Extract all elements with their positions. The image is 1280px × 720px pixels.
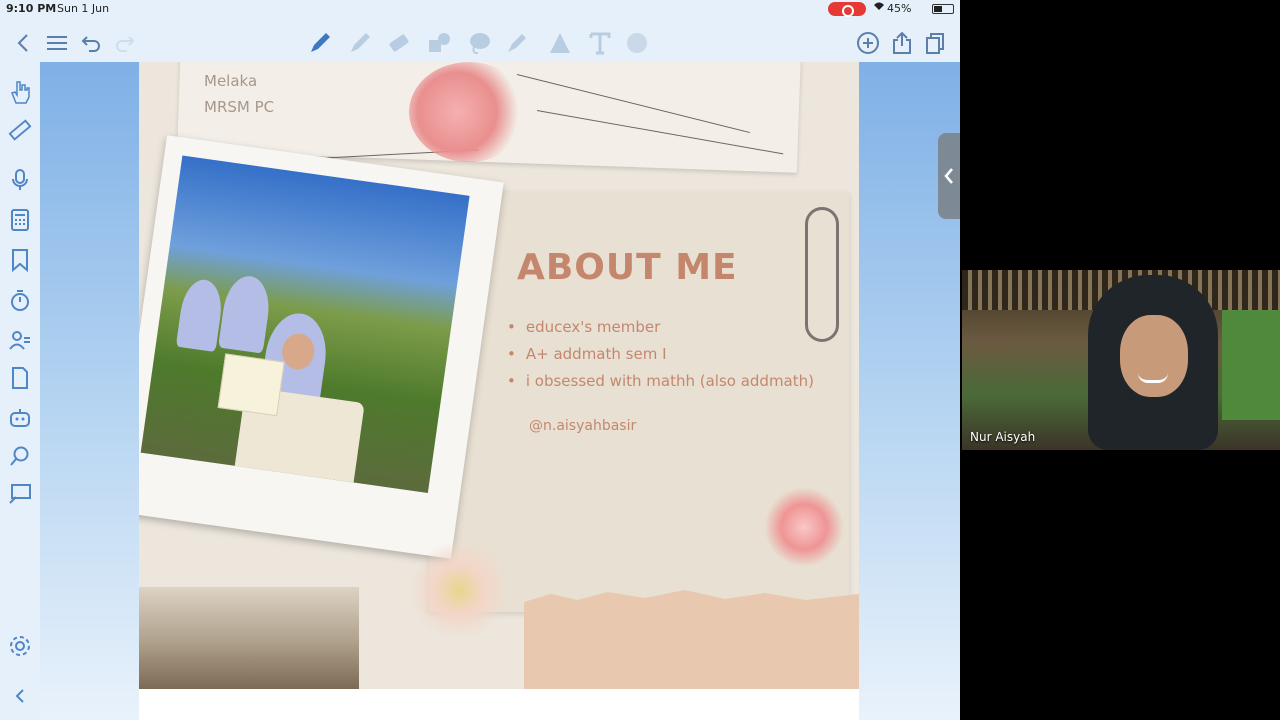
slide-bullet: A+ addmath sem I xyxy=(507,345,814,363)
share-icon[interactable] xyxy=(889,30,915,56)
participant-video xyxy=(1070,275,1230,450)
slide-bullet: educex's member xyxy=(507,318,814,336)
video-background-trees xyxy=(1222,310,1280,420)
sidebar xyxy=(0,62,40,720)
shapes-icon[interactable] xyxy=(426,30,452,56)
mic-icon[interactable] xyxy=(8,168,32,192)
screen-record-icon[interactable] xyxy=(828,2,866,17)
participant-face xyxy=(1120,315,1188,397)
flower-pink xyxy=(764,487,844,567)
pencil-icon[interactable] xyxy=(347,30,373,56)
slide-title: ABOUT ME xyxy=(517,247,738,288)
redo-icon[interactable] xyxy=(112,30,138,56)
video-tile[interactable]: Nur Aisyah xyxy=(962,270,1280,450)
text-icon[interactable] xyxy=(587,30,613,56)
search-icon[interactable] xyxy=(8,444,32,468)
bookmark-icon[interactable] xyxy=(8,248,32,272)
hand-icon[interactable] xyxy=(8,80,32,104)
menu-icon[interactable] xyxy=(44,30,70,56)
photo-frame xyxy=(139,135,504,559)
ipad-screen: 9:10 PM Sun 1 Jun 45% Melaka MRSM PC ABO… xyxy=(0,0,960,720)
status-bar: 9:10 PM Sun 1 Jun 45% xyxy=(0,0,960,18)
calculator-icon[interactable] xyxy=(8,208,32,232)
ruler-icon[interactable] xyxy=(8,118,32,142)
participant-name: Nur Aisyah xyxy=(970,430,1036,444)
slide-image: Melaka MRSM PC ABOUT ME educex's member … xyxy=(139,62,859,689)
person-hijab xyxy=(218,273,274,354)
slide-bullet-list: educex's member A+ addmath sem I i obses… xyxy=(507,318,814,399)
person-hijab xyxy=(175,277,226,353)
timer-icon[interactable] xyxy=(8,288,32,312)
certificate-envelope xyxy=(217,353,285,417)
robot-icon[interactable] xyxy=(8,406,32,430)
panel-handle[interactable] xyxy=(938,133,960,219)
presentation-icon[interactable] xyxy=(8,482,32,506)
lasso-icon[interactable] xyxy=(466,30,492,56)
slide-place-line1: Melaka xyxy=(204,72,258,90)
undo-icon[interactable] xyxy=(78,30,104,56)
toolbar xyxy=(0,22,960,62)
document-icon[interactable] xyxy=(8,366,32,390)
chevron-left-icon[interactable] xyxy=(10,30,36,56)
slide-social-handle: @n.aisyahbasir xyxy=(529,418,637,434)
settings-icon[interactable] xyxy=(8,634,32,658)
status-date: Sun 1 Jun xyxy=(57,2,110,15)
pen-icon[interactable] xyxy=(307,30,333,56)
collapse-icon[interactable] xyxy=(8,684,32,708)
notebook-page[interactable]: Melaka MRSM PC ABOUT ME educex's member … xyxy=(139,62,859,720)
slide-bullet: i obsessed with mathh (also addmath) xyxy=(507,372,814,390)
city-photo xyxy=(139,587,359,689)
group-photo xyxy=(140,155,470,493)
flower-peach xyxy=(409,540,509,640)
torn-paper xyxy=(524,590,859,689)
pages-icon[interactable] xyxy=(922,30,948,56)
battery-percent: 45% xyxy=(887,2,912,15)
status-time: 9:10 PM xyxy=(6,2,57,15)
color-icon[interactable] xyxy=(624,30,650,56)
contacts-icon[interactable] xyxy=(8,328,32,352)
add-icon[interactable] xyxy=(855,30,881,56)
highlighter-icon[interactable] xyxy=(504,30,530,56)
triangle-icon[interactable] xyxy=(547,30,573,56)
flower-bouquet xyxy=(409,62,529,162)
wifi-icon xyxy=(873,1,885,14)
slide-place-line2: MRSM PC xyxy=(204,98,275,116)
battery-icon xyxy=(932,4,954,14)
eraser-icon[interactable] xyxy=(386,30,412,56)
